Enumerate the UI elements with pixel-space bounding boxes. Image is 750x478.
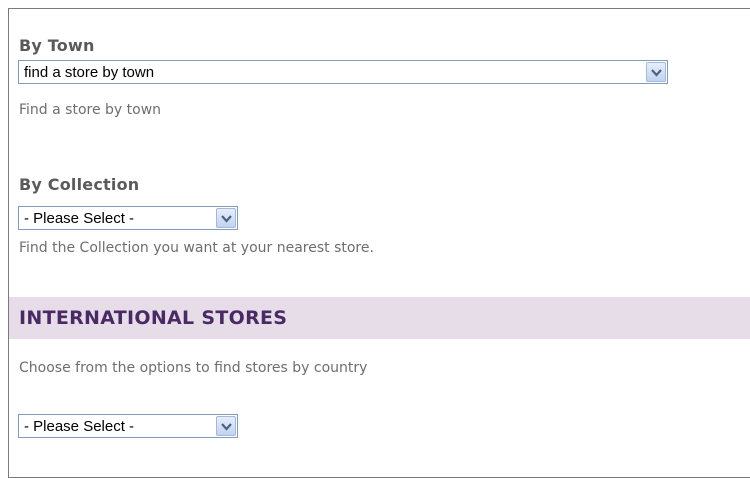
collection-help-text: Find the Collection you want at your nea… xyxy=(19,240,374,256)
collection-select-dropdown-button[interactable] xyxy=(216,208,236,228)
by-town-label: By Town xyxy=(19,36,95,55)
country-select-value: - Please Select - xyxy=(24,418,135,435)
by-collection-label: By Collection xyxy=(19,175,140,194)
chevron-down-icon xyxy=(221,423,232,431)
chevron-down-icon xyxy=(221,215,232,223)
country-select-dropdown-button[interactable] xyxy=(216,416,236,436)
international-help-text: Choose from the options to find stores b… xyxy=(19,360,368,376)
international-stores-header: INTERNATIONAL STORES xyxy=(9,297,750,339)
collection-select-value: - Please Select - xyxy=(24,210,135,227)
chevron-down-icon xyxy=(651,69,662,77)
country-select[interactable]: - Please Select - xyxy=(18,414,238,438)
town-select-value: find a store by town xyxy=(24,64,155,81)
international-stores-title: INTERNATIONAL STORES xyxy=(19,307,288,329)
collection-select[interactable]: - Please Select - xyxy=(18,206,238,230)
town-help-text: Find a store by town xyxy=(19,102,162,118)
town-select[interactable]: find a store by town xyxy=(18,60,668,84)
town-select-dropdown-button[interactable] xyxy=(646,62,666,82)
